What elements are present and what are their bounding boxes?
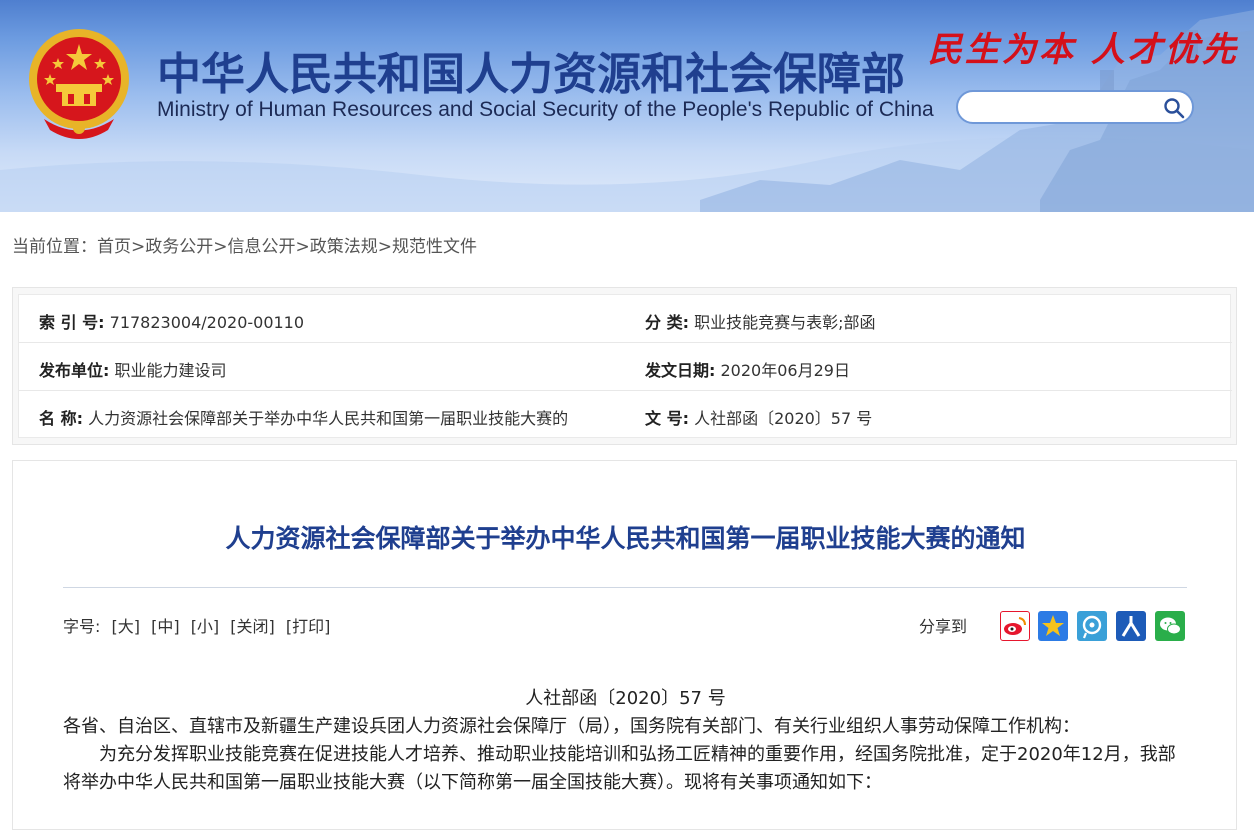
meta-category-value: 职业技能竞赛与表彰;部函 xyxy=(694,313,876,332)
breadcrumb-normative-docs[interactable]: 规范性文件 xyxy=(392,237,477,257)
meta-index: 索 引 号: 717823004/2020-00110 xyxy=(39,309,629,333)
recipients-paragraph: 各省、自治区、直辖市及新疆生产建设兵团人力资源社会保障厅（局），国务院有关部门、… xyxy=(63,716,1080,737)
close-button[interactable]: [关闭] xyxy=(230,617,275,636)
slogan: 民生为本 人才优先 xyxy=(928,30,1239,70)
breadcrumb-sep: > xyxy=(377,237,392,257)
breadcrumb-prefix: 当前位置： xyxy=(12,237,97,257)
meta-row: 索 引 号: 717823004/2020-00110 分 类: 职业技能竞赛与… xyxy=(19,295,1232,343)
meta-name-value: 人力资源社会保障部关于举办中华人民共和国第一届职业技能大赛的 xyxy=(88,409,569,428)
tencent-weibo-icon[interactable] xyxy=(1077,611,1107,641)
meta-name-label: 名 称: xyxy=(39,409,83,428)
search-icon[interactable] xyxy=(1162,96,1186,120)
meta-docno-label: 文 号: xyxy=(645,409,689,428)
meta-docno: 文 号: 人社部函〔2020〕57 号 xyxy=(645,405,1205,429)
meta-row: 名 称: 人力资源社会保障部关于举办中华人民共和国第一届职业技能大赛的 文 号:… xyxy=(19,391,1232,439)
article-body: 各省、自治区、直辖市及新疆生产建设兵团人力资源社会保障厅（局），国务院有关部门、… xyxy=(63,713,1189,797)
document-meta-table: 索 引 号: 717823004/2020-00110 分 类: 职业技能竞赛与… xyxy=(18,294,1232,439)
breadcrumb-home[interactable]: 首页 xyxy=(97,237,131,257)
search-box[interactable] xyxy=(956,90,1194,124)
weibo-icon[interactable] xyxy=(1000,611,1030,641)
wechat-icon[interactable] xyxy=(1155,611,1185,641)
article-title: 人力资源社会保障部关于举办中华人民共和国第一届职业技能大赛的通知 xyxy=(225,524,1026,553)
meta-row: 发布单位: 职业能力建设司 发文日期: 2020年06月29日 xyxy=(19,343,1232,391)
font-large-button[interactable]: [大] xyxy=(112,617,141,636)
font-medium-button[interactable]: [中] xyxy=(151,617,180,636)
article-panel: 人力资源社会保障部关于举办中华人民共和国第一届职业技能大赛的通知 字号: [大]… xyxy=(12,460,1237,830)
share-label: 分享到 xyxy=(919,617,968,636)
breadcrumb-sep: > xyxy=(131,237,146,257)
qzone-icon[interactable] xyxy=(1038,611,1068,641)
document-number: 人社部函〔2020〕57 号 xyxy=(525,688,726,709)
renren-icon[interactable] xyxy=(1116,611,1146,641)
search-input[interactable] xyxy=(972,98,1156,120)
site-title: 中华人民共和国人力资源和社会保障部 xyxy=(157,49,905,100)
breadcrumb-info-disclosure[interactable]: 信息公开 xyxy=(228,237,296,257)
font-small-button[interactable]: [小] xyxy=(191,617,220,636)
font-size-label: 字号: xyxy=(63,617,101,636)
article-toolbar: 字号: [大] [中] [小] [关闭] [打印] xyxy=(63,613,330,637)
meta-docno-value: 人社部函〔2020〕57 号 xyxy=(694,409,873,428)
site-header: 中华人民共和国人力资源和社会保障部 Ministry of Human Reso… xyxy=(0,0,1254,212)
document-meta-box: 索 引 号: 717823004/2020-00110 分 类: 职业技能竞赛与… xyxy=(12,287,1237,445)
meta-category: 分 类: 职业技能竞赛与表彰;部函 xyxy=(645,309,1205,333)
meta-date-value: 2020年06月29日 xyxy=(720,361,850,380)
breadcrumb-sep: > xyxy=(213,237,228,257)
meta-date-label: 发文日期: xyxy=(645,361,716,380)
meta-name: 名 称: 人力资源社会保障部关于举办中华人民共和国第一届职业技能大赛的 xyxy=(39,405,629,429)
print-button[interactable]: [打印] xyxy=(286,617,331,636)
breadcrumb-sep: > xyxy=(295,237,310,257)
breadcrumb: 当前位置：首页>政务公开>信息公开>政策法规>规范性文件 xyxy=(12,232,477,257)
meta-publisher-value: 职业能力建设司 xyxy=(114,361,227,380)
breadcrumb-policies[interactable]: 政策法规 xyxy=(310,237,378,257)
title-divider xyxy=(63,587,1187,588)
breadcrumb-gov-affairs[interactable]: 政务公开 xyxy=(145,237,213,257)
meta-date: 发文日期: 2020年06月29日 xyxy=(645,357,1205,381)
meta-category-label: 分 类: xyxy=(645,313,689,332)
site-subtitle: Ministry of Human Resources and Social S… xyxy=(157,98,934,121)
meta-index-value: 717823004/2020-00110 xyxy=(109,313,305,332)
meta-publisher: 发布单位: 职业能力建设司 xyxy=(39,357,629,381)
meta-index-label: 索 引 号: xyxy=(39,313,105,332)
body-paragraph: 为充分发挥职业技能竞赛在促进技能人才培养、推动职业技能培训和弘扬工匠精神的重要作… xyxy=(63,744,1176,793)
national-emblem xyxy=(29,29,129,139)
meta-publisher-label: 发布单位: xyxy=(39,361,110,380)
